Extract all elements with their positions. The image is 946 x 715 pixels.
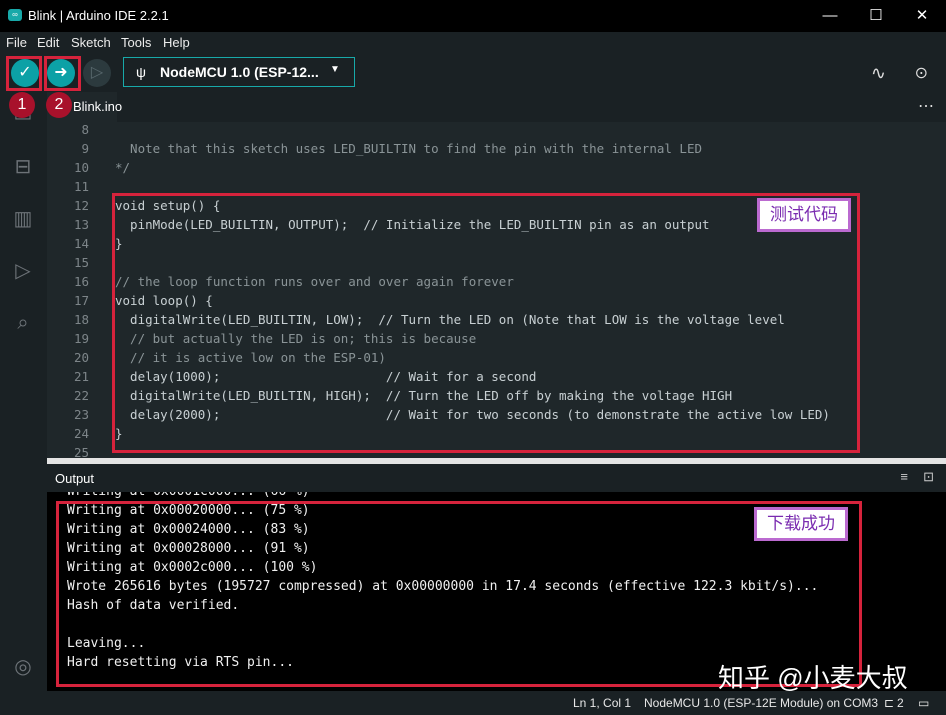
line-number: 13 [73,217,89,232]
line-number: 8 [81,122,89,137]
code-text: Note that this sketch uses LED_BUILTIN t… [115,141,702,156]
line-number: 18 [73,312,89,327]
maximize-button[interactable]: ☐ [866,6,886,26]
debug-icon[interactable]: ▷ [10,258,36,284]
output-header: Output ≡ ⊡ [47,464,946,492]
line-number: 22 [73,388,89,403]
library-manager-icon[interactable]: ▥ [10,206,36,232]
lock-icon[interactable]: ⊡ [923,469,934,485]
step-badge-1: 1 [9,92,35,118]
code-text: */ [115,160,131,175]
board-name: NodeMCU 1.0 (ESP-12... [160,64,319,80]
board-selector[interactable]: ψ NodeMCU 1.0 (ESP-12... ▼ [123,57,355,87]
annotation-box-code [112,193,860,453]
bell-icon[interactable]: ⊏ [884,696,894,710]
line-number: 17 [73,293,89,308]
debug-button[interactable]: ▷ [83,59,111,87]
line-number: 24 [73,426,89,441]
search-icon[interactable]: ⌕ [10,310,36,336]
line-number: 16 [73,274,89,289]
annotation-box-upload [44,56,81,91]
line-number: 15 [73,255,89,270]
output-line: Writing at 0x0001c000... (66 %) [67,492,310,501]
serial-monitor-icon[interactable]: ⊙ [915,63,928,83]
code-line: 9 Note that this sketch uses LED_BUILTIN… [47,139,946,158]
close-button[interactable]: ✕ [912,6,932,26]
annotation-label-output: 下载成功 [754,507,848,541]
line-number: 10 [73,160,89,175]
debug-icon: ▷ [90,64,104,81]
menu-tools[interactable]: Tools [121,35,151,50]
menu-help[interactable]: Help [163,35,190,50]
watermark-text: 知乎 @小麦大叔 [718,663,908,693]
title-bar: ∞ Blink | Arduino IDE 2.2.1 — ☐ ✕ [0,0,946,32]
annotation-label-code: 测试代码 [757,198,851,232]
annotation-box-verify [6,56,42,91]
line-number: 25 [73,445,89,458]
line-number: 21 [73,369,89,384]
menu-edit[interactable]: Edit [37,35,59,50]
profile-icon[interactable]: ◎ [10,654,36,680]
menu-bar: File Edit Sketch Tools Help [0,32,946,54]
tab-bar: Blink.ino ⋯ [47,92,946,122]
serial-plotter-icon[interactable]: ∿ [871,63,886,84]
line-number: 11 [73,179,89,194]
notification-count[interactable]: 2 [897,696,904,710]
line-number: 19 [73,331,89,346]
minimize-button[interactable]: — [820,6,840,26]
line-number: 12 [73,198,89,213]
cursor-position[interactable]: Ln 1, Col 1 [573,696,631,710]
panel-toggle-icon[interactable]: ▭ [918,696,929,710]
clear-output-icon[interactable]: ≡ [900,469,908,484]
menu-sketch[interactable]: Sketch [71,35,111,50]
line-number: 9 [81,141,89,156]
line-number: 20 [73,350,89,365]
window-title: Blink | Arduino IDE 2.2.1 [28,8,169,23]
status-bar: Ln 1, Col 1 NodeMCU 1.0 (ESP-12E Module)… [0,691,946,715]
menu-file[interactable]: File [6,35,27,50]
board-status[interactable]: NodeMCU 1.0 (ESP-12E Module) on COM3 [644,696,878,710]
code-line: 10 */ [47,158,946,177]
more-icon[interactable]: ⋯ [918,96,934,116]
arduino-logo-icon: ∞ [8,9,22,21]
activity-bar: ▭ ⊟ ▥ ▷ ⌕ ◎ [0,92,47,691]
chevron-down-icon: ▼ [330,64,340,75]
output-title: Output [55,471,95,486]
line-number: 14 [73,236,89,251]
usb-icon: ψ [136,64,146,80]
step-badge-2: 2 [46,92,72,118]
boards-manager-icon[interactable]: ⊟ [10,154,36,180]
code-line: 8 [47,122,946,139]
line-number: 23 [73,407,89,422]
